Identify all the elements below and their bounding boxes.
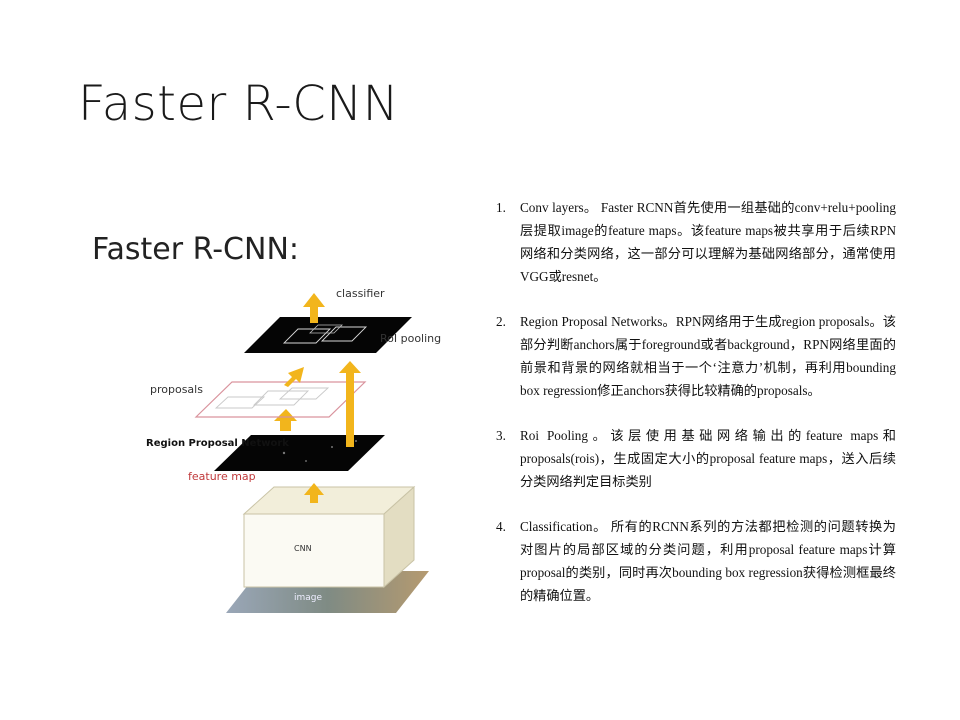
note-item-2: 2. Region Proposal Networks。RPN网络用于生成reg… — [496, 310, 896, 402]
proposals-plane — [194, 381, 367, 418]
feature-map-label: feature map — [188, 470, 256, 483]
note-item-4: 4. Classification。 所有的RCNN系列的方法都把检测的问题转换… — [496, 515, 896, 607]
figure-heading: Faster R-CNN: — [92, 232, 299, 267]
notes-list: 1. Conv layers。 Faster RCNN首先使用一组基础的conv… — [496, 196, 896, 629]
note-text: Conv layers。 Faster RCNN首先使用一组基础的conv+re… — [520, 200, 896, 284]
classifier-label: classifier — [336, 287, 385, 300]
arrow-proposals-to-roi — [284, 367, 304, 387]
proposals-label: proposals — [150, 383, 203, 396]
note-text: Region Proposal Networks。RPN网络用于生成region… — [520, 314, 896, 398]
slide-title: Faster R-CNN — [78, 76, 400, 132]
cnn-label: CNN — [294, 544, 312, 553]
image-label: image — [294, 593, 322, 603]
note-number: 3. — [496, 428, 506, 443]
faster-rcnn-diagram: Faster R-CNN: image CNN feature map Regi… — [84, 225, 484, 615]
rpn-label: Region Proposal Network — [146, 438, 289, 449]
note-number: 1. — [496, 200, 506, 215]
roi-pooling-label: RoI pooling — [380, 332, 441, 345]
note-item-1: 1. Conv layers。 Faster RCNN首先使用一组基础的conv… — [496, 196, 896, 288]
note-text: Roi Pooling。该层使用基础网络输出的feature maps和prop… — [520, 428, 896, 489]
note-number: 4. — [496, 519, 506, 534]
note-number: 2. — [496, 314, 506, 329]
arrow-rpn — [274, 409, 297, 431]
note-text: Classification。 所有的RCNN系列的方法都把检测的问题转换为对图… — [520, 519, 896, 603]
cnn-box-front — [243, 513, 385, 588]
note-item-3: 3. Roi Pooling。该层使用基础网络输出的feature maps和p… — [496, 424, 896, 493]
